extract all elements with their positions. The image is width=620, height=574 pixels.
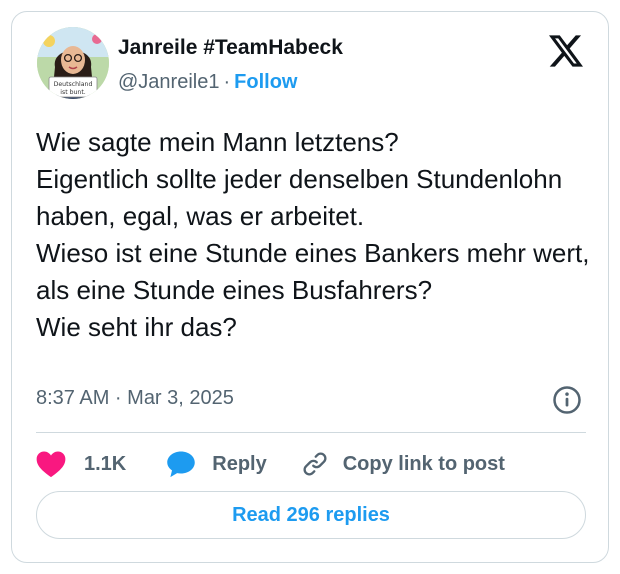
divider xyxy=(36,432,586,433)
info-icon[interactable] xyxy=(552,385,582,415)
author-display-name[interactable]: Janreile #TeamHabeck xyxy=(118,36,343,60)
separator-dot: · xyxy=(223,71,231,93)
action-bar: 1.1K Reply Copy link to post xyxy=(36,444,505,484)
like-count: 1.1K xyxy=(84,452,127,475)
speech-bubble-icon xyxy=(167,451,195,478)
author-handle[interactable]: @Janreile1 xyxy=(118,71,219,93)
x-logo-icon[interactable] xyxy=(549,35,583,67)
like-button[interactable]: 1.1K xyxy=(36,450,126,478)
heart-icon xyxy=(36,451,66,478)
tweet-text: Wie sagte mein Mann letztens? Eigentlich… xyxy=(36,127,590,342)
avatar-illustration: Deutschland ist bunt. xyxy=(37,27,109,99)
author-handle-row: @Janreile1 · Follow xyxy=(118,71,297,94)
copy-link-button[interactable]: Copy link to post xyxy=(301,450,505,478)
avatar[interactable]: Deutschland ist bunt. xyxy=(37,27,109,99)
reply-button[interactable]: Reply xyxy=(166,450,267,478)
svg-text:ist bunt.: ist bunt. xyxy=(60,89,86,96)
svg-text:Deutschland: Deutschland xyxy=(54,81,93,88)
copy-link-label: Copy link to post xyxy=(342,452,505,475)
link-icon xyxy=(303,452,327,476)
read-replies-button[interactable]: Read 296 replies xyxy=(36,491,586,539)
tweet-timestamp[interactable]: 8:37 AM · Mar 3, 2025 xyxy=(36,387,234,410)
tweet-card: Deutschland ist bunt. Janreile #TeamHabe… xyxy=(11,11,609,563)
follow-button[interactable]: Follow xyxy=(234,71,297,93)
reply-label: Reply xyxy=(212,452,267,475)
